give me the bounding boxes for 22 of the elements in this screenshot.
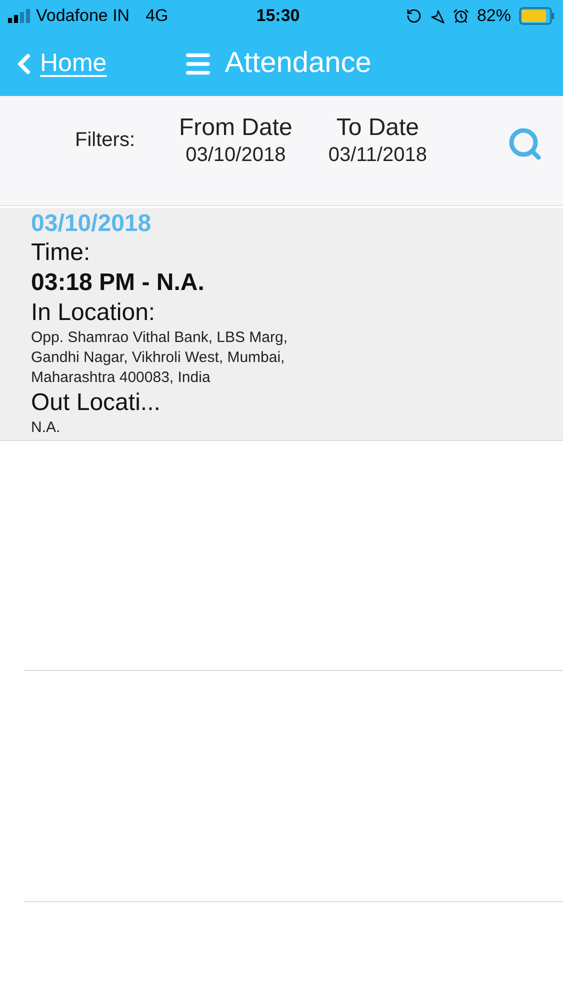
- time-label: Time:: [31, 238, 92, 268]
- out-location-value: N.A.: [31, 418, 62, 438]
- signal-icon: [8, 9, 32, 23]
- battery-percentage: 82%: [476, 5, 511, 28]
- record-date: 03/10/2018: [31, 210, 152, 238]
- date-picker[interactable]: To Date 03/11/2018: [328, 114, 427, 168]
- page-title: Attendance: [224, 46, 372, 82]
- rotation-lock-icon: [406, 8, 422, 24]
- battery-icon: [519, 7, 555, 25]
- in-location-label: In Location:: [31, 298, 156, 328]
- carrier-name: Vodafone IN: [36, 5, 130, 28]
- search-icon[interactable]: [507, 126, 543, 162]
- alarm-clock-icon: [452, 8, 469, 24]
- time-range: 03:18 PM - N.A.: [31, 268, 206, 298]
- out-location-label: Out Locati...: [31, 388, 162, 418]
- clock-time: 15:30: [256, 5, 300, 28]
- date-picker[interactable]: From Date 03/10/2018: [179, 114, 292, 168]
- in-location-address: Opp. Shamrao Vithal Bank, LBS Marg, Gandhi Nagar, Vikhroli West, Mumbai, Maharashtra 400083, India: [31, 328, 289, 388]
- network-type: 4G: [146, 5, 168, 28]
- location-arrow-icon: [430, 8, 445, 24]
- filters-label: Filters:: [75, 128, 135, 153]
- attendance-card[interactable]: 03/10/2018 Time: 03:18 PM - N.A. In Location: Opp. Shamrao Vithal Bank, LBS Marg, Gandhi Nagar, Vikhroli West, Mumbai, Maharashtra 400083, India Out Locati... N.A.: [0, 208, 563, 441]
